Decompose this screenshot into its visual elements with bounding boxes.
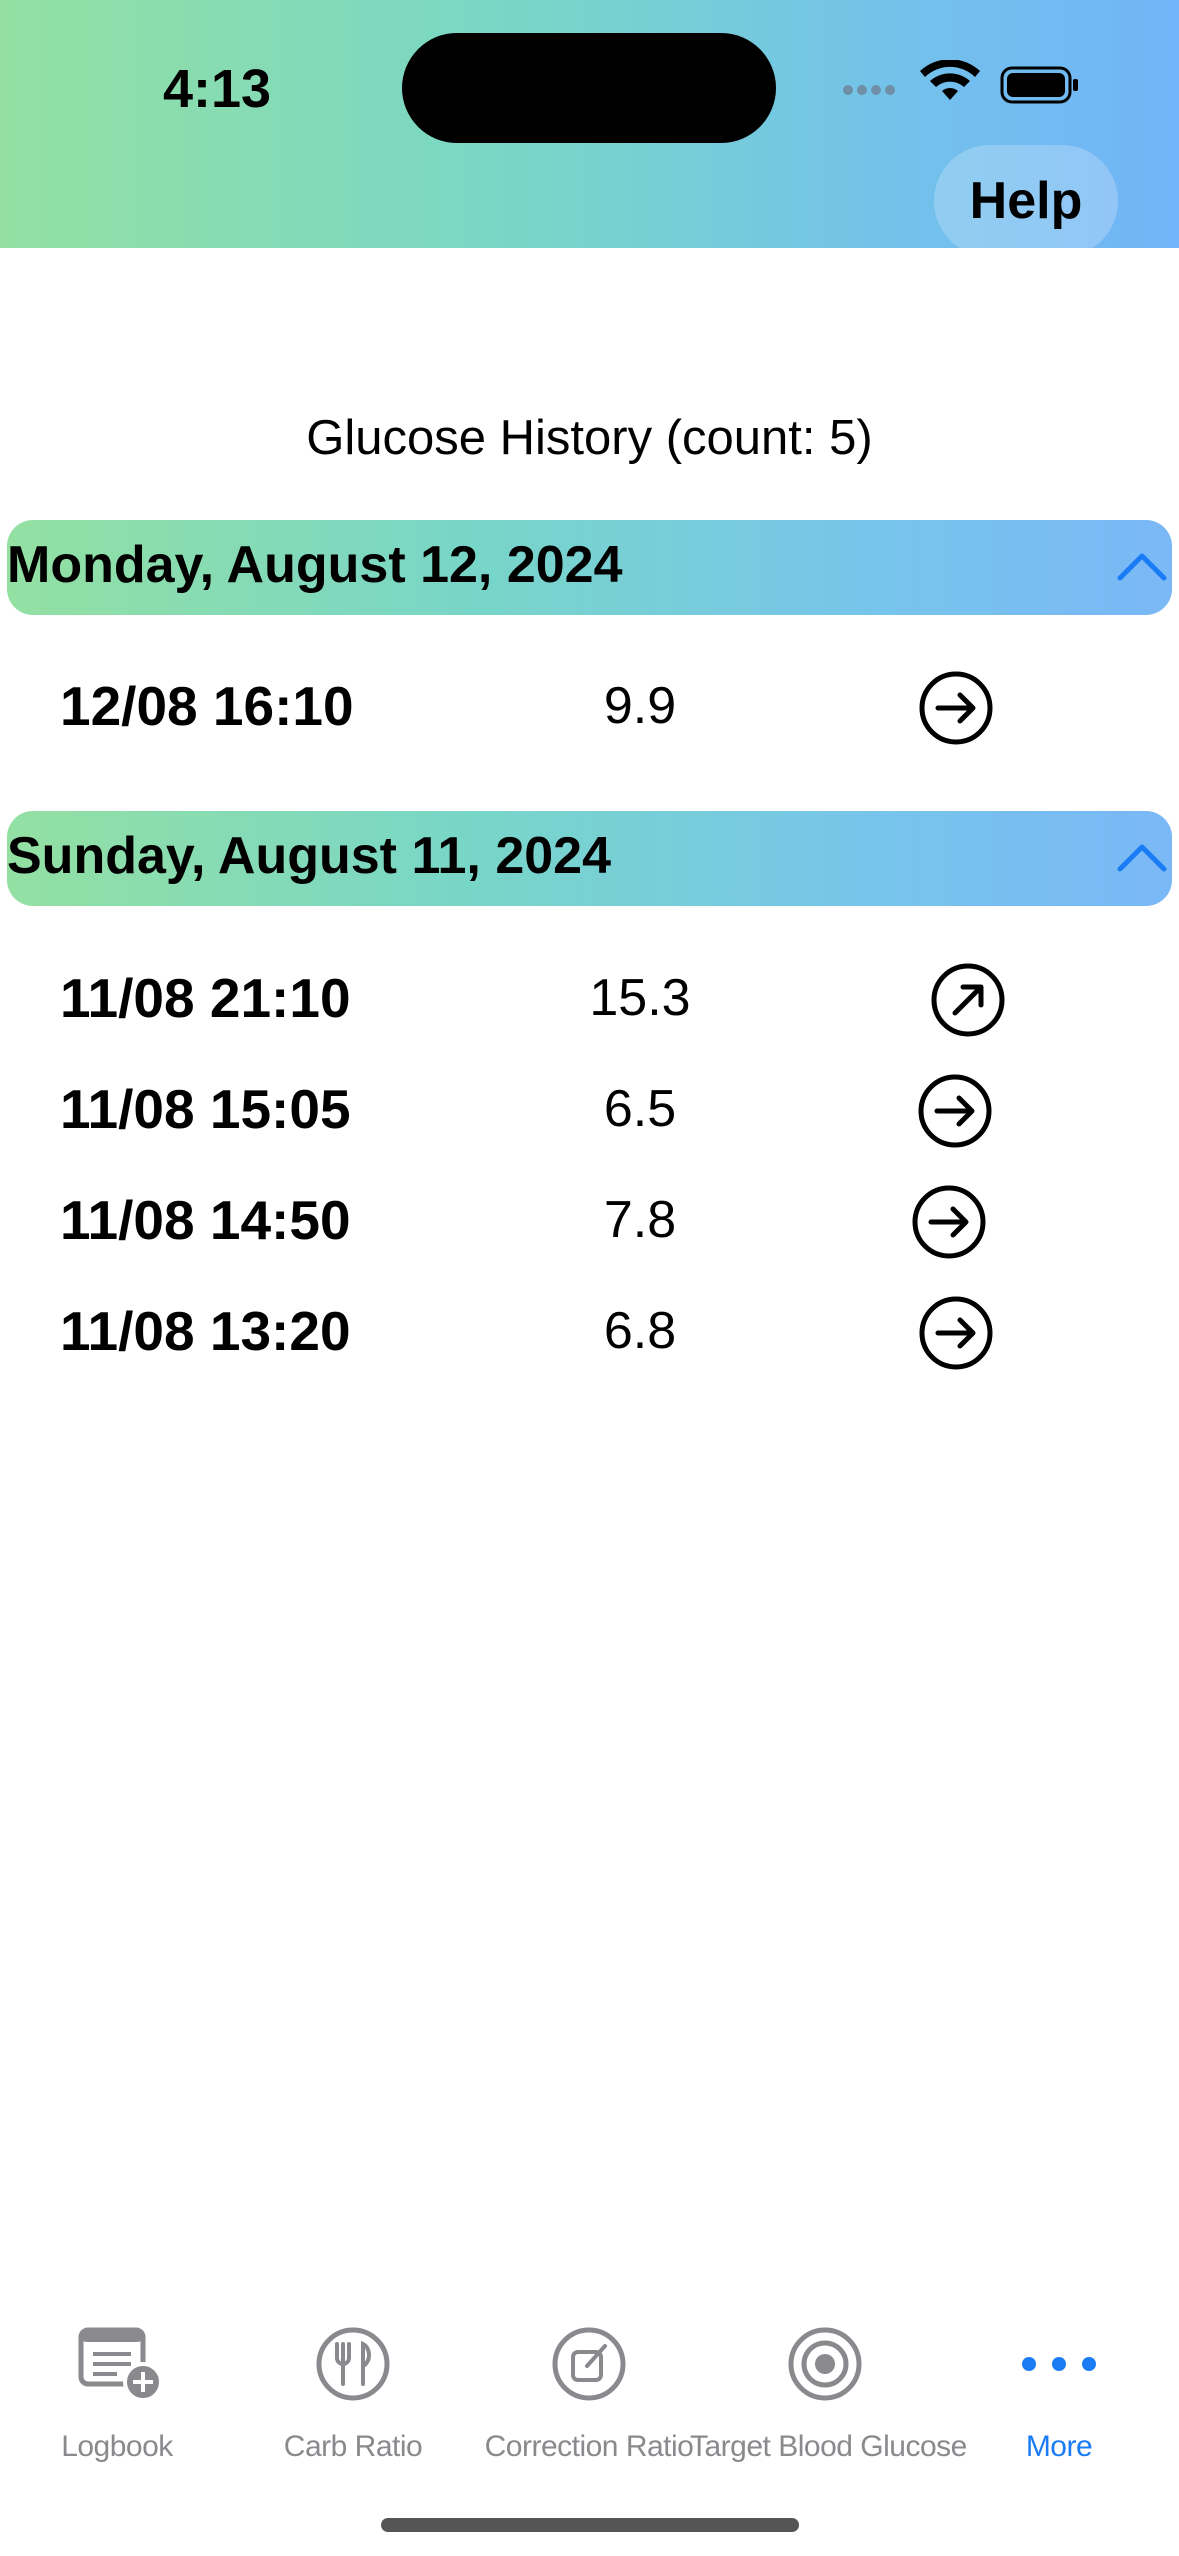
tab-more[interactable]: More [944,2300,1174,2463]
battery-icon [1000,66,1078,104]
tab-target-blood-glucose[interactable]: Target Blood Glucose [690,2300,967,2463]
reading-time: 11/08 14:50 [60,1189,351,1251]
reading-value: 7.8 [603,1191,677,1249]
tab-correction-ratio[interactable]: Correction Ratio [474,2300,704,2463]
chevron-up-icon[interactable] [1116,542,1168,592]
arrow-up-right-circle-icon [931,963,1005,1037]
glucose-row[interactable]: 12/08 16:10 9.9 [0,660,1179,750]
reading-value: 6.5 [603,1080,677,1138]
tab-label: Carb Ratio [283,2430,423,2463]
reading-time: 11/08 13:20 [60,1300,351,1362]
section-title: Sunday, August 11, 2024 [7,827,611,885]
more-dots-icon [1022,2357,1096,2371]
reading-value: 9.9 [603,677,677,735]
section-header-sunday[interactable]: Sunday, August 11, 2024 [7,811,1172,906]
glucose-row[interactable]: 11/08 21:10 15.3 [0,952,1179,1042]
status-icons [843,60,1078,104]
section-header-monday[interactable]: Monday, August 12, 2024 [7,520,1172,615]
fork-knife-icon [316,2327,390,2401]
signal-icon [843,85,895,95]
reading-value: 6.8 [603,1302,677,1360]
tab-label: More [1025,2430,1093,2463]
reading-time: 11/08 21:10 [60,967,351,1029]
history-title: Glucose History (count: 5) [306,411,873,465]
target-icon [788,2327,862,2401]
glucose-row[interactable]: 11/08 15:05 6.5 [0,1063,1179,1153]
arrow-right-circle-icon [919,671,993,745]
edit-square-icon [552,2327,626,2401]
tab-logbook[interactable]: Logbook [2,2300,232,2463]
tab-label: Target Blood Glucose [690,2430,967,2463]
arrow-right-circle-icon [919,1296,993,1370]
home-indicator [381,2518,799,2532]
tab-label: Logbook [61,2430,173,2463]
header-bar: 4:13 Help [0,0,1179,257]
tab-label: Correction Ratio [484,2430,694,2463]
glucose-row[interactable]: 11/08 13:20 6.8 [0,1285,1179,1375]
reading-time: 12/08 16:10 [60,675,354,737]
reading-value: 15.3 [589,969,691,1027]
status-time: 4:13 [163,59,272,119]
dynamic-island [402,33,776,143]
glucose-row[interactable]: 11/08 14:50 7.8 [0,1174,1179,1264]
help-button[interactable]: Help [934,145,1118,257]
logbook-add-icon [78,2327,163,2402]
section-title: Monday, August 12, 2024 [7,536,623,594]
tab-carb-ratio[interactable]: Carb Ratio [238,2300,468,2463]
wifi-icon [920,60,980,100]
chevron-up-icon[interactable] [1116,833,1168,883]
arrow-right-circle-icon [918,1074,992,1148]
reading-time: 11/08 15:05 [60,1078,351,1140]
arrow-right-circle-icon [912,1185,986,1259]
